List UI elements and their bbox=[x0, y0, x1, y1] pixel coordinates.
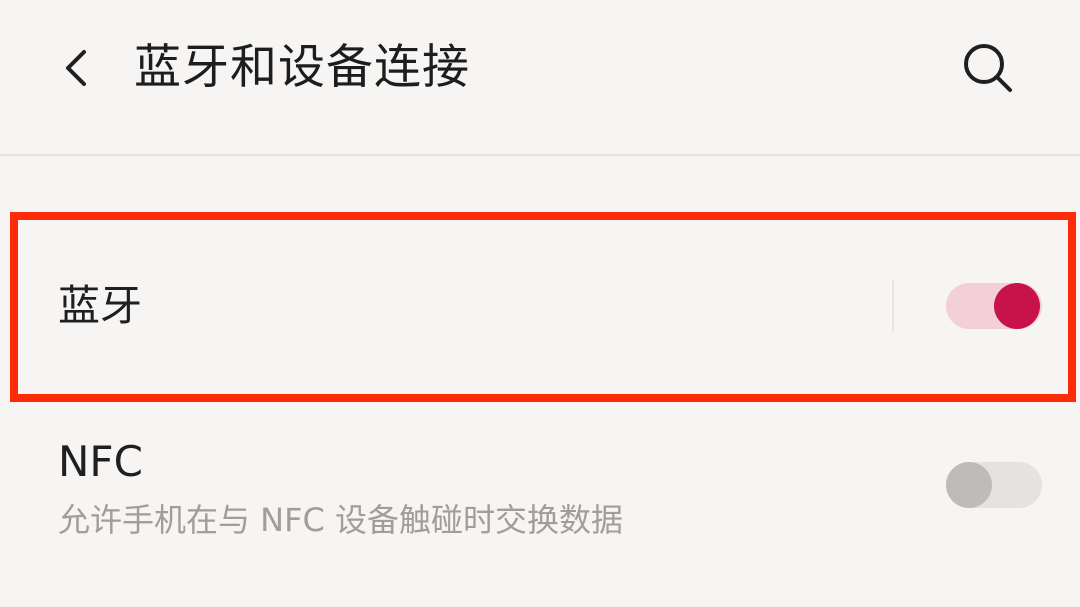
row-divider bbox=[892, 280, 894, 332]
toggle-knob bbox=[946, 462, 992, 508]
highlight-box bbox=[10, 212, 1076, 402]
header-bar: 蓝牙和设备连接 bbox=[0, 0, 1080, 156]
chevron-left-icon bbox=[66, 50, 86, 86]
bluetooth-toggle[interactable] bbox=[946, 283, 1042, 329]
nfc-label: NFC bbox=[58, 437, 143, 486]
nfc-description: 允许手机在与 NFC 设备触碰时交换数据 bbox=[58, 501, 624, 539]
nfc-toggle[interactable] bbox=[946, 462, 1042, 508]
bluetooth-label: 蓝牙 bbox=[58, 281, 143, 330]
search-button[interactable] bbox=[958, 38, 1018, 98]
toggle-knob bbox=[994, 283, 1040, 329]
page-title: 蓝牙和设备连接 bbox=[134, 40, 470, 95]
search-icon bbox=[964, 44, 1012, 92]
back-button[interactable] bbox=[48, 40, 104, 96]
